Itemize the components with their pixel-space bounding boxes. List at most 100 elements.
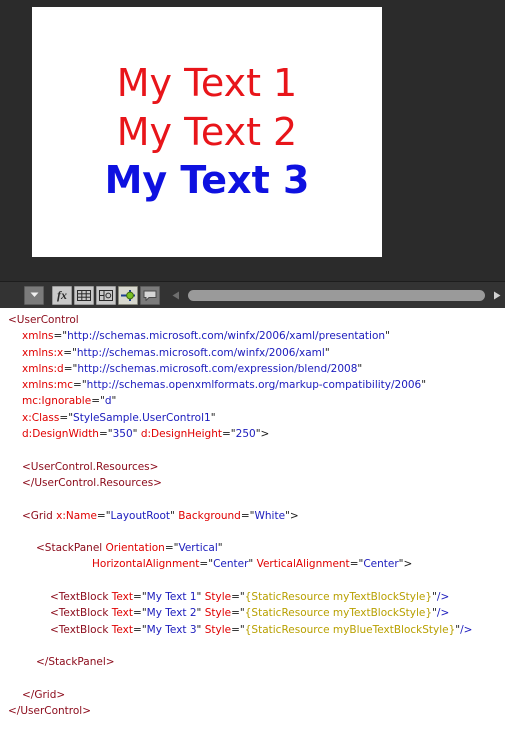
code-line[interactable]: <TextBlock Text="My Text 1" Style="{Stat… xyxy=(0,589,505,605)
code-token-punct: " xyxy=(385,330,390,343)
code-token-val: http://schemas.microsoft.com/winfx/2006/… xyxy=(76,346,325,359)
code-line[interactable]: </UserControl> xyxy=(0,703,505,719)
code-token-val: http://schemas.microsoft.com/winfx/2006/… xyxy=(67,330,386,343)
code-token-punct: " xyxy=(170,509,179,522)
code-token-punct: "> xyxy=(285,509,299,522)
code-token-attr: mc:Ignorable xyxy=(22,395,92,408)
code-line[interactable]: <StackPanel Orientation="Vertical" xyxy=(0,540,505,556)
code-token-punct: " xyxy=(421,379,427,392)
code-token-tag: </UserControl.Resources> xyxy=(22,476,162,489)
code-token-tag: </Grid> xyxy=(22,688,66,701)
animation-pin-icon[interactable] xyxy=(118,285,138,305)
code-token-punct: =" xyxy=(199,558,214,571)
code-token-punct: =" xyxy=(73,379,87,392)
code-token-tag: <TextBlock xyxy=(50,623,112,636)
code-token-punct: =" xyxy=(96,509,111,522)
code-line[interactable]: </StackPanel> xyxy=(0,654,505,670)
horizontal-scrollbar-track[interactable] xyxy=(188,286,485,305)
code-line[interactable]: xmlns:d="http://schemas.microsoft.com/ex… xyxy=(0,361,505,377)
code-token-val: 250 xyxy=(235,428,256,441)
code-line[interactable]: <UserControl xyxy=(0,312,505,328)
code-token-val: Center xyxy=(363,558,399,571)
code-token-punct: =" xyxy=(53,330,68,343)
code-token-attr: xmlns:d xyxy=(22,362,64,375)
design-textblock-3[interactable]: My Text 3 xyxy=(105,156,310,205)
code-line[interactable] xyxy=(0,524,505,540)
code-line[interactable]: <UserControl.Resources> xyxy=(0,459,505,475)
code-token-val: http://schemas.openxmlformats.org/markup… xyxy=(86,379,422,392)
code-token-tag: <TextBlock xyxy=(50,591,112,604)
code-line[interactable] xyxy=(0,638,505,654)
chevron-down-icon[interactable] xyxy=(24,285,44,305)
code-line[interactable]: </Grid> xyxy=(0,687,505,703)
snapshot-grid-icon[interactable] xyxy=(96,285,116,305)
code-token-attr: d:DesignHeight xyxy=(140,428,222,441)
grid-icon[interactable] xyxy=(74,285,94,305)
code-token-punct: =" xyxy=(133,607,147,620)
toolbar-left-spacer xyxy=(0,282,24,308)
code-token-attr: xmlns:x xyxy=(22,346,64,359)
code-token-attr: x:Class xyxy=(22,411,60,424)
code-token-attr: HorizontalAlignment xyxy=(92,558,200,571)
code-token-attr: VerticalAlignment xyxy=(256,558,350,571)
code-line[interactable]: xmlns:mc="http://schemas.openxmlformats.… xyxy=(0,377,505,393)
code-line[interactable]: xmlns="http://schemas.microsoft.com/winf… xyxy=(0,328,505,344)
code-line[interactable] xyxy=(0,442,505,458)
code-token-attr: Background xyxy=(178,509,241,522)
code-line[interactable] xyxy=(0,573,505,589)
horizontal-scrollbar-thumb[interactable] xyxy=(188,289,485,301)
code-token-tag: </StackPanel> xyxy=(36,656,115,669)
code-line[interactable]: HorizontalAlignment=" Center " VerticalAli… xyxy=(0,556,505,572)
code-token-punct: =" xyxy=(59,411,74,424)
design-surface[interactable]: My Text 1 My Text 2 My Text 3 xyxy=(0,0,505,281)
canvas-stackpanel: My Text 1 My Text 2 My Text 3 xyxy=(32,59,382,205)
code-token-val: /> xyxy=(460,623,473,636)
code-token-punct: =" xyxy=(222,428,236,441)
code-token-punct: "> xyxy=(398,558,413,571)
comment-bubble-icon[interactable] xyxy=(140,285,160,305)
code-line[interactable]: mc:Ignorable="d" xyxy=(0,393,505,409)
code-token-attr: x:Name xyxy=(56,509,97,522)
scroll-right-arrow-icon[interactable] xyxy=(489,286,505,305)
code-line[interactable]: <TextBlock Text="My Text 2" Style="{Stat… xyxy=(0,605,505,621)
code-token-punct: =" xyxy=(63,362,78,375)
code-token-attr: Text xyxy=(111,591,134,604)
code-line[interactable]: x:Class="StyleSample.UserControl1" xyxy=(0,410,505,426)
code-line[interactable] xyxy=(0,671,505,687)
code-token-punct: =" xyxy=(240,509,255,522)
code-line[interactable]: <Grid x:Name="LayoutRoot" Background="Wh… xyxy=(0,508,505,524)
code-token-punct: " xyxy=(248,558,257,571)
xaml-code-editor[interactable]: <UserControl xmlns="http://schemas.micros… xyxy=(0,308,505,741)
code-line[interactable]: <TextBlock Text="My Text 3" Style="{Stat… xyxy=(0,622,505,638)
code-line[interactable]: xmlns:x="http://schemas.microsoft.com/wi… xyxy=(0,345,505,361)
code-token-punct: " xyxy=(111,395,117,408)
design-textblock-1[interactable]: My Text 1 xyxy=(117,59,297,108)
xaml-code-lines: <UserControl xmlns="http://schemas.micros… xyxy=(0,312,505,719)
code-token-punct: " xyxy=(132,428,141,441)
code-token-punct: =" xyxy=(164,542,179,555)
code-token-punct: " xyxy=(324,346,330,359)
code-token-val: http://schemas.microsoft.com/expression/… xyxy=(77,362,358,375)
code-token-tag: <StackPanel xyxy=(36,542,106,555)
code-token-val: My Text 2 xyxy=(146,607,197,620)
effects-fx-icon[interactable]: fx xyxy=(52,285,72,305)
design-textblock-2[interactable]: My Text 2 xyxy=(117,108,297,157)
code-token-punct: " xyxy=(196,591,205,604)
code-token-punct: =" xyxy=(231,623,245,636)
code-line[interactable]: d:DesignWidth="350" d:DesignHeight="250"… xyxy=(0,426,505,442)
code-token-val: White xyxy=(254,509,286,522)
code-line[interactable] xyxy=(0,491,505,507)
design-canvas[interactable]: My Text 1 My Text 2 My Text 3 xyxy=(32,7,382,257)
code-token-punct: =" xyxy=(133,591,147,604)
code-token-tag: </UserControl> xyxy=(8,705,92,718)
code-token-val: d xyxy=(104,395,112,408)
code-token-val: My Text 1 xyxy=(146,591,197,604)
code-line[interactable]: </UserControl.Resources> xyxy=(0,475,505,491)
code-token-val: StyleSample.UserControl1 xyxy=(73,411,211,424)
code-token-punct: "> xyxy=(255,428,270,441)
code-token-tag: <UserControl xyxy=(8,314,79,326)
scroll-left-arrow-icon[interactable] xyxy=(168,286,184,305)
code-token-punct: " xyxy=(196,607,205,620)
code-token-punct: " xyxy=(210,411,216,424)
designer-toolbar: fx xyxy=(0,281,505,308)
